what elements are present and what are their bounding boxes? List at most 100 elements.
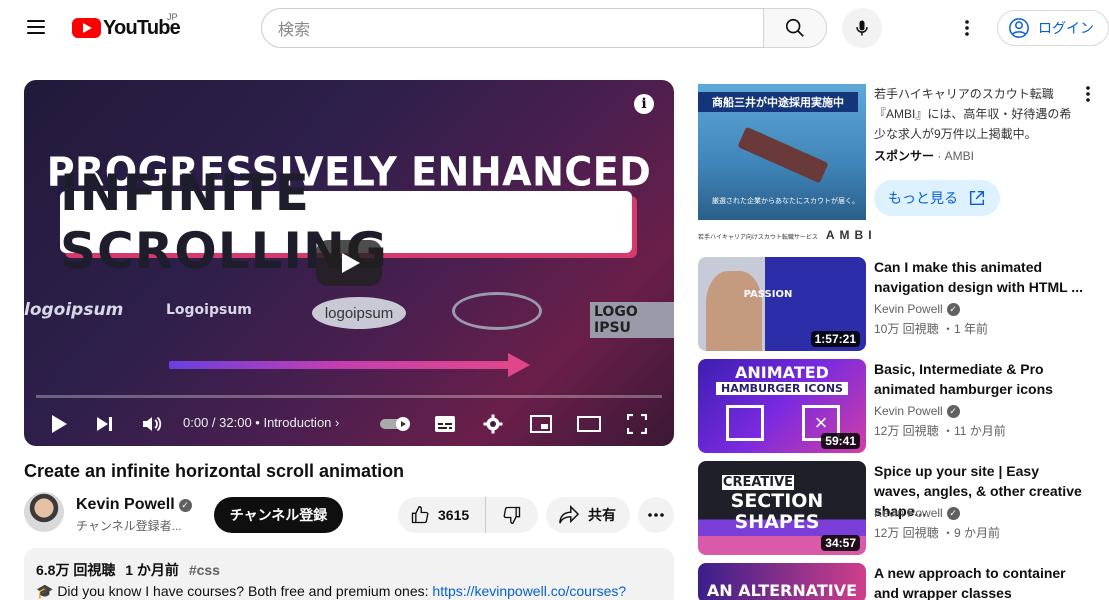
thumbnail-arrow <box>169 361 509 369</box>
ship-image <box>737 126 829 184</box>
ad-title[interactable]: 若手ハイキャリアのスカウト転職『AMBI』には、高年収・好待遇の希少な求人が9万… <box>874 84 1079 144</box>
player-controls: 0:00 / 32:00 • Introduction › <box>24 402 674 446</box>
ad-banner-sub: 厳選された企業からあなたにスカウトが届く。 <box>712 198 859 205</box>
thumbnail-subtext: SECTION SHAPES <box>730 490 824 533</box>
theater-mode-icon[interactable] <box>576 412 602 436</box>
verified-icon: ✓ <box>946 405 960 418</box>
chapter-label[interactable]: Introduction <box>263 415 331 430</box>
thumbnail-subtext: HAMBURGER ICONS <box>716 382 848 395</box>
play-icon[interactable] <box>46 412 72 436</box>
description-line: 🎓 Did you know I have courses? Both free… <box>36 583 662 600</box>
ad-thumbnail[interactable]: 商船三井が中途採用実施中 厳選された企業からあなたにスカウトが届く。 若手ハイキ… <box>698 84 872 246</box>
recommendation-channel[interactable]: Kevin Powell ✓ <box>874 302 960 316</box>
region-code: JP <box>167 12 178 22</box>
autoplay-toggle-icon[interactable] <box>378 412 414 436</box>
logo-item: logoipsum <box>312 297 406 329</box>
ad-foot-text: 若手ハイキャリア向けスカウト転職サービス <box>698 235 818 241</box>
share-label: 共有 <box>588 507 616 523</box>
youtube-logo[interactable]: YouTube <box>72 16 181 40</box>
time-display: 0:00 / 32:00 • Introduction › <box>183 415 340 430</box>
recommendation-title[interactable]: A new approach to container and wrapper … <box>874 563 1084 600</box>
share-icon <box>559 505 580 524</box>
more-actions-button[interactable] <box>638 497 674 533</box>
recommendation-channel[interactable]: Kevin Powell ✓ <box>874 506 960 520</box>
recommendation-title[interactable]: Can I make this animated navigation desi… <box>874 257 1084 297</box>
channel-name-row[interactable]: Kevin Powell ✓ <box>76 496 192 514</box>
subtitles-icon[interactable] <box>432 412 458 436</box>
hamburger-icon <box>726 405 764 441</box>
like-dislike-group: 3615 <box>398 497 538 533</box>
search-button[interactable] <box>763 8 827 48</box>
thumbnail-text: PASSION <box>743 289 793 300</box>
menu-icon[interactable] <box>20 16 52 40</box>
channel-label: Kevin Powell <box>874 506 943 520</box>
recommendation-thumbnail[interactable]: PASSION 1:57:21 <box>698 257 866 351</box>
progress-bar[interactable] <box>36 395 662 398</box>
account-icon <box>1009 18 1029 38</box>
like-count: 3615 <box>438 507 470 523</box>
share-button[interactable]: 共有 <box>546 497 630 533</box>
thumbnail-arrow-head <box>508 353 530 377</box>
miniplayer-icon[interactable] <box>528 412 554 436</box>
hashtag[interactable]: #css <box>189 562 220 578</box>
description-link[interactable]: https://kevinpowell.co/courses? <box>432 583 626 599</box>
video-player[interactable]: i PROGRESSIVELY ENHANCED INFINITE SCROLL… <box>24 80 674 446</box>
recommendation-thumbnail[interactable]: CREATIVE SECTION SHAPES 34:57 <box>698 461 866 555</box>
sponsor-name: · AMBI <box>934 149 975 163</box>
description-meta: 6.8万 回視聴 1 か月前 #css <box>36 560 662 580</box>
upload-date: 1 か月前 <box>125 562 179 578</box>
search-input[interactable]: 検索 <box>261 8 764 48</box>
video-title: Create an infinite horizontal scroll ani… <box>24 461 405 481</box>
recommendation-channel[interactable]: Kevin Powell ✓ <box>874 404 960 418</box>
dislike-button[interactable] <box>486 497 538 533</box>
youtube-play-icon <box>72 18 101 38</box>
external-link-icon <box>969 190 985 206</box>
channel-avatar[interactable] <box>24 492 64 532</box>
recommendation-thumbnail[interactable]: AN ALTERNATIVE <box>698 563 866 600</box>
thumbnail-text: CREATIVE <box>722 475 794 490</box>
ad-banner-heading: 商船三井が中途採用実施中 <box>698 92 858 112</box>
view-count: 6.8万 回視聴 <box>36 562 116 578</box>
info-icon[interactable]: i <box>634 94 654 114</box>
ad-foot-brand: AMBI <box>825 228 877 242</box>
header: YouTube JP 検索 ログイン <box>0 0 1109 56</box>
more-horizontal-icon <box>648 513 664 517</box>
channel-subscribers: チャンネル登録者... <box>76 519 182 533</box>
verified-icon: ✓ <box>178 499 192 512</box>
description-box[interactable]: 6.8万 回視聴 1 か月前 #css 🎓 Did you know I hav… <box>24 548 674 600</box>
logo-item: Logoipsum <box>166 302 252 318</box>
logo-item: LOGO IPSU <box>590 302 674 338</box>
channel-label: Kevin Powell <box>874 404 943 418</box>
recommendation-meta: 10万 回視聴 ・1 年前 <box>874 322 989 336</box>
subscribe-button[interactable]: チャンネル登録 <box>214 497 343 533</box>
play-overlay-button[interactable] <box>316 240 382 286</box>
settings-more-icon[interactable] <box>955 16 979 40</box>
login-label: ログイン <box>1038 20 1094 36</box>
recommendation-thumbnail[interactable]: ANIMATED HAMBURGER ICONS × 59:41 <box>698 359 866 453</box>
search-placeholder: 検索 <box>278 22 311 39</box>
video-duration: 59:41 <box>821 433 860 449</box>
login-button[interactable]: ログイン <box>997 10 1109 46</box>
ad-foot: 若手ハイキャリア向けスカウト転職サービス AMBI <box>698 228 872 242</box>
video-duration: 1:57:21 <box>810 331 860 347</box>
sponsor-label: スポンサー <box>874 149 935 163</box>
recommendation-meta: 12万 回視聴 ・9 か月前 <box>874 526 1001 540</box>
recommendation-title[interactable]: Basic, Intermediate & Pro animated hambu… <box>874 359 1084 399</box>
ad-more-button[interactable]: もっと見る <box>874 180 1000 216</box>
time-elapsed: 0:00 / 32:00 <box>183 415 252 430</box>
recommendation-meta: 12万 回視聴 ・11 か月前 <box>874 424 1006 438</box>
thumbs-down-icon <box>503 506 521 525</box>
thumbnail-logos: logoipsum Logoipsum logoipsum LOGO IPSU <box>24 292 674 338</box>
description-text: 🎓 Did you know I have courses? Both free… <box>36 583 433 599</box>
logo-item: logoipsum <box>24 300 124 320</box>
volume-icon[interactable] <box>140 412 166 436</box>
ad-menu-icon[interactable] <box>1080 84 1096 104</box>
fullscreen-icon[interactable] <box>624 412 650 436</box>
next-icon[interactable] <box>92 412 118 436</box>
like-button[interactable]: 3615 <box>398 497 486 533</box>
video-duration: 34:57 <box>821 535 860 551</box>
voice-search-button[interactable] <box>842 8 882 48</box>
settings-gear-icon[interactable] <box>480 412 506 436</box>
channel-name[interactable]: Kevin Powell <box>76 496 175 513</box>
ad-sponsor: スポンサー · AMBI <box>874 147 974 164</box>
